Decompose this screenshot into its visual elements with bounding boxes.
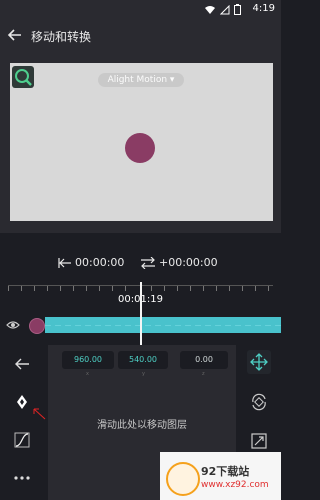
easing-curve-button[interactable]: [13, 431, 31, 449]
move-arrows-icon: [250, 353, 268, 371]
battery-icon: [234, 4, 241, 15]
x-label: x: [86, 371, 89, 377]
left-toolbar: [0, 345, 45, 500]
x-position-field[interactable]: 960.00: [62, 351, 114, 369]
status-icons: [204, 4, 241, 15]
site-logo-icon: [166, 462, 200, 496]
app-logo-icon: [12, 66, 34, 88]
time-controls: 00:00:00 +00:00:00: [0, 248, 281, 278]
move-tool-button[interactable]: [247, 350, 271, 374]
start-time-control[interactable]: 00:00:00: [58, 256, 124, 269]
rotate-icon: [252, 393, 266, 411]
keyframe-diamond-icon: [17, 395, 27, 409]
more-options-button[interactable]: [13, 469, 31, 487]
swap-arrows-icon: [141, 256, 155, 269]
site-watermark-ad: 92下载站 www.xz92.com: [160, 452, 281, 500]
scale-tool-button[interactable]: [247, 429, 271, 453]
circle-layer-object[interactable]: [125, 133, 155, 163]
status-time: 4:19: [252, 3, 275, 14]
divider: [0, 233, 281, 248]
page-title: 移动和转换: [31, 30, 92, 44]
y-label: y: [142, 371, 145, 377]
easing-curve-icon: [14, 432, 30, 448]
layer-thumbnail[interactable]: [29, 318, 45, 334]
back-arrow-icon[interactable]: [6, 26, 24, 44]
app-bar: 移动和转换: [0, 19, 281, 53]
back-tool-button[interactable]: [13, 355, 31, 373]
eye-icon[interactable]: [6, 319, 20, 331]
position-inputs: 960.00 540.00 0.00 x y z: [56, 351, 228, 377]
z-position-field[interactable]: 0.00: [180, 351, 228, 369]
red-pointer-arrow-icon: [33, 408, 46, 420]
site-url: www.xz92.com: [201, 480, 269, 490]
offset-time: +00:00:00: [159, 256, 218, 269]
arrow-left-icon: [15, 358, 29, 370]
no-signal-icon: [220, 4, 230, 14]
status-bar: 4:19: [0, 0, 281, 19]
offset-time-control[interactable]: +00:00:00: [140, 256, 218, 269]
site-brand: 92下载站: [201, 465, 250, 478]
layer-clip-bar[interactable]: [45, 317, 281, 333]
jump-to-start-icon: [58, 257, 71, 268]
y-position-field[interactable]: 540.00: [118, 351, 168, 369]
wifi-icon: [205, 5, 215, 14]
more-dots-icon: [14, 476, 30, 480]
z-label: z: [202, 371, 205, 377]
start-time: 00:00:00: [75, 256, 125, 269]
drag-hint[interactable]: 滑动此处以移动图层: [48, 416, 236, 431]
keyframe-button[interactable]: [13, 393, 31, 411]
rotate-tool-button[interactable]: [247, 390, 271, 414]
scale-icon: [251, 433, 267, 449]
alight-motion-watermark[interactable]: Alight Motion ▾: [98, 73, 184, 87]
playhead-line[interactable]: [140, 282, 142, 346]
